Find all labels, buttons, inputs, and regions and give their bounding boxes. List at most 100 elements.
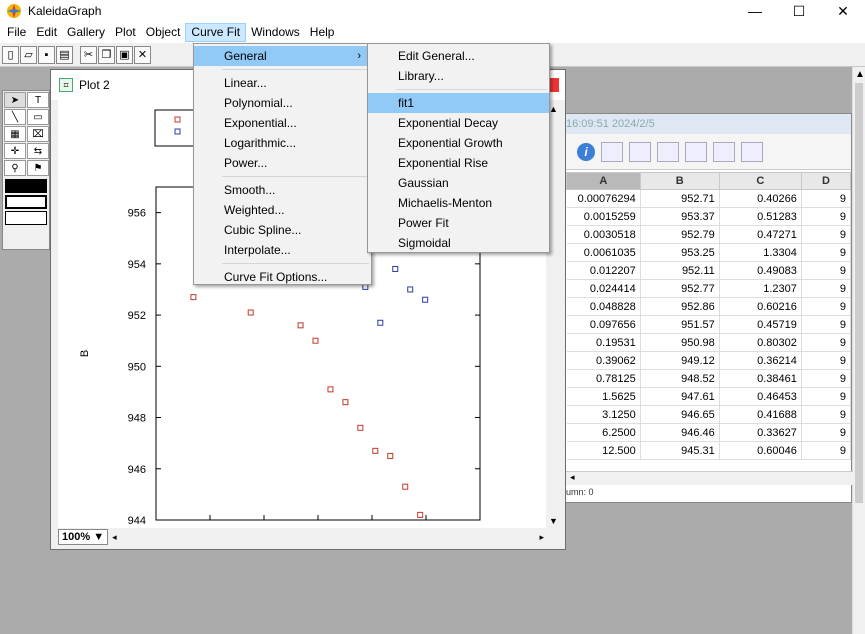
- menu-item-weighted[interactable]: Weighted...: [194, 200, 371, 220]
- table-cell[interactable]: 0.45719: [719, 315, 802, 334]
- table-cell[interactable]: 0.46453: [719, 387, 802, 406]
- table-cell[interactable]: 0.51283: [719, 207, 802, 226]
- sort-icon[interactable]: [685, 141, 707, 162]
- table-cell[interactable]: 951.57: [640, 315, 720, 334]
- main-vertical-scrollbar[interactable]: ▲: [852, 67, 865, 634]
- table-row[interactable]: 3.1250 946.65 0.41688 9: [566, 405, 852, 424]
- column-header-c[interactable]: C: [718, 172, 802, 190]
- column-move-icon[interactable]: [629, 141, 651, 162]
- table-cell[interactable]: 953.37: [640, 207, 720, 226]
- menu-help[interactable]: Help: [305, 23, 340, 42]
- submenu-item-exponential-rise[interactable]: Exponential Rise: [368, 153, 549, 173]
- rectangle-tool-icon[interactable]: ▭: [27, 109, 49, 125]
- column-insert-icon[interactable]: [601, 141, 623, 162]
- table-cell[interactable]: 9: [801, 207, 852, 226]
- table-cell[interactable]: 9: [801, 351, 852, 370]
- plot-scroll-left-icon[interactable]: ◂: [112, 532, 117, 543]
- table-cell[interactable]: 0.47271: [719, 225, 802, 244]
- identify-tool-icon[interactable]: ⚲: [4, 160, 26, 176]
- table-cell[interactable]: 9: [801, 189, 852, 208]
- table-row[interactable]: 6.2500 946.46 0.33627 9: [566, 423, 852, 442]
- table-cell[interactable]: 946.65: [640, 405, 720, 424]
- table-cell[interactable]: 9: [801, 369, 852, 388]
- table-cell[interactable]: 9: [801, 315, 852, 334]
- minimize-button[interactable]: —: [733, 0, 777, 22]
- column-header-b[interactable]: B: [639, 172, 720, 190]
- table-row[interactable]: 1.5625 947.61 0.46453 9: [566, 387, 852, 406]
- table-cell[interactable]: 1.5625: [566, 387, 641, 406]
- submenu-item-gaussian[interactable]: Gaussian: [368, 173, 549, 193]
- menu-plot[interactable]: Plot: [110, 23, 141, 42]
- submenu-item-exponential-decay[interactable]: Exponential Decay: [368, 113, 549, 133]
- table-cell[interactable]: 0.36214: [719, 351, 802, 370]
- table-cell[interactable]: 9: [801, 405, 852, 424]
- table-cell[interactable]: 0.097656: [566, 315, 641, 334]
- table-cell[interactable]: 0.40266: [719, 189, 802, 208]
- table-cell[interactable]: 3.1250: [566, 405, 641, 424]
- print-icon[interactable]: ▤: [56, 45, 73, 64]
- menu-item-general[interactable]: General ›: [194, 46, 371, 66]
- table-cell[interactable]: 1.3304: [719, 243, 802, 262]
- table-cell[interactable]: 952.79: [640, 225, 720, 244]
- table-cell[interactable]: 949.12: [640, 351, 720, 370]
- new-file-icon[interactable]: ▯: [2, 45, 19, 64]
- paste-icon[interactable]: ▣: [116, 45, 133, 64]
- table-cell[interactable]: 0.024414: [566, 279, 641, 298]
- table-row[interactable]: 0.00076294 952.71 0.40266 9: [566, 189, 852, 208]
- mask-tool-icon[interactable]: ⚑: [27, 160, 49, 176]
- table-cell[interactable]: 6.2500: [566, 423, 641, 442]
- table-red-icon[interactable]: [713, 141, 735, 162]
- menu-item-cubic-spline[interactable]: Cubic Spline...: [194, 220, 371, 240]
- column-header-d[interactable]: D: [800, 172, 852, 190]
- table-cell[interactable]: 9: [801, 261, 852, 280]
- table-row[interactable]: 0.048828 952.86 0.60216 9: [566, 297, 852, 316]
- table-cell[interactable]: 947.61: [640, 387, 720, 406]
- menu-item-exponential[interactable]: Exponential...: [194, 113, 371, 133]
- close-button[interactable]: ✕: [821, 0, 865, 22]
- table-cell[interactable]: 950.98: [640, 333, 720, 352]
- table-cell[interactable]: 0.0061035: [566, 243, 641, 262]
- menu-item-linear[interactable]: Linear...: [194, 73, 371, 93]
- table-cell[interactable]: 0.38461: [719, 369, 802, 388]
- fill-color-swatch[interactable]: [5, 179, 47, 193]
- table-row[interactable]: 0.78125 948.52 0.38461 9: [566, 369, 852, 388]
- info-icon[interactable]: i: [577, 142, 595, 161]
- crosshair-tool-icon[interactable]: ✛: [4, 143, 26, 159]
- submenu-item-exponential-growth[interactable]: Exponential Growth: [368, 133, 549, 153]
- line-tool-icon[interactable]: ╲: [4, 109, 26, 125]
- table-cell[interactable]: 0.78125: [566, 369, 641, 388]
- table-tool-icon[interactable]: ▦: [4, 126, 26, 142]
- save-icon[interactable]: ▪: [38, 45, 55, 64]
- submenu-item-library[interactable]: Library...: [368, 66, 549, 86]
- table-cell[interactable]: 953.25: [640, 243, 720, 262]
- zoom-selector[interactable]: 100% ▼: [58, 529, 109, 545]
- table-cell[interactable]: 948.52: [640, 369, 720, 388]
- zoom-selection-tool-icon[interactable]: ⇆: [27, 143, 49, 159]
- table-row[interactable]: 0.0030518 952.79 0.47271 9: [566, 225, 852, 244]
- menu-object[interactable]: Object: [141, 23, 186, 42]
- table-row[interactable]: 0.0061035 953.25 1.3304 9: [566, 243, 852, 262]
- menu-item-polynomial[interactable]: Polynomial...: [194, 93, 371, 113]
- line-color-swatch[interactable]: [5, 195, 47, 209]
- submenu-item-edit-general[interactable]: Edit General...: [368, 46, 549, 66]
- clear-icon[interactable]: ✕: [134, 45, 151, 64]
- table-cell[interactable]: 0.39062: [566, 351, 641, 370]
- table-cell[interactable]: 9: [801, 279, 852, 298]
- pointer-tool-icon[interactable]: ➤: [4, 92, 26, 108]
- menu-curve-fit[interactable]: Curve Fit: [185, 23, 247, 42]
- table-cell[interactable]: 0.41688: [719, 405, 802, 424]
- table-cell[interactable]: 0.012207: [566, 261, 641, 280]
- table-cell[interactable]: 0.0030518: [566, 225, 641, 244]
- scrollbar-thumb[interactable]: [855, 83, 863, 503]
- menu-gallery[interactable]: Gallery: [62, 23, 110, 42]
- table-cell[interactable]: 12.500: [566, 441, 641, 460]
- table-cell[interactable]: 952.86: [640, 297, 720, 316]
- menu-item-power[interactable]: Power...: [194, 153, 371, 173]
- table-cell[interactable]: 952.11: [640, 261, 720, 280]
- table-cell[interactable]: 0.33627: [719, 423, 802, 442]
- copy-icon[interactable]: ❐: [98, 45, 115, 64]
- table-cell[interactable]: 9: [801, 423, 852, 442]
- line-style-selector[interactable]: [5, 211, 47, 225]
- menu-edit[interactable]: Edit: [31, 23, 62, 42]
- eraser-tool-icon[interactable]: ⌧: [27, 126, 49, 142]
